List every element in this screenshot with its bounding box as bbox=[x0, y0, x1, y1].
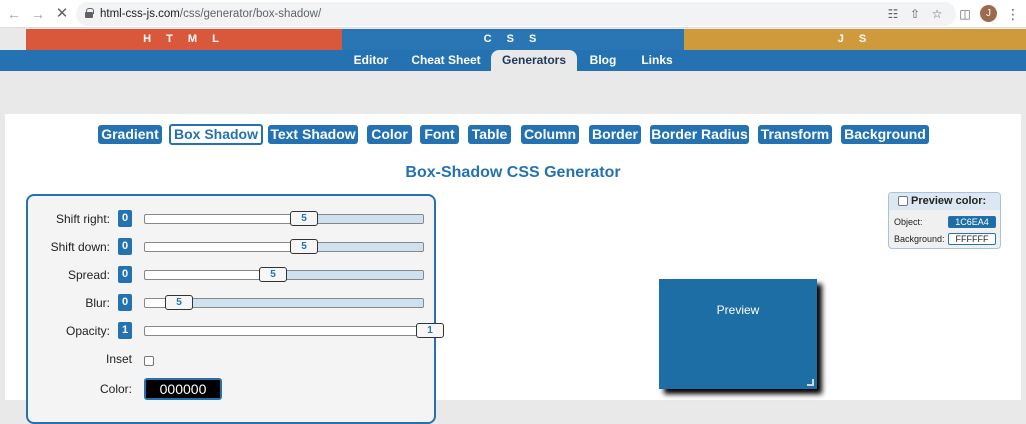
preview-color-header: Preview color: bbox=[889, 193, 1000, 210]
shift-down-slider-track[interactable] bbox=[144, 242, 424, 252]
url-text[interactable]: html-css-js.com/css/generator/box-shadow… bbox=[100, 2, 321, 26]
page-title: Box-Shadow CSS Generator bbox=[405, 164, 621, 181]
preview-box: Preview bbox=[659, 279, 817, 389]
more-menu-icon[interactable]: ⋮ bbox=[1006, 4, 1020, 24]
blur-slider-fill bbox=[179, 299, 423, 307]
forward-arrow-icon[interactable]: → bbox=[28, 4, 48, 24]
generator-font[interactable]: Font bbox=[420, 125, 459, 144]
shift-down-label: Shift down: bbox=[50, 240, 110, 254]
generator-text-shadow[interactable]: Text Shadow bbox=[268, 125, 358, 144]
background-color-label: Background: bbox=[894, 234, 945, 244]
blur-value: 0 bbox=[118, 294, 132, 311]
generator-box-shadow[interactable]: Box Shadow bbox=[169, 124, 263, 145]
preview-color-title: Preview color: bbox=[911, 195, 987, 207]
nav-links[interactable]: Links bbox=[636, 50, 678, 71]
shift-down-slider-thumb[interactable]: 5 bbox=[290, 239, 318, 254]
shift-down-slider-fill bbox=[305, 243, 423, 251]
generator-table[interactable]: Table bbox=[468, 125, 511, 144]
shift-right-slider-track[interactable] bbox=[144, 214, 424, 224]
nav-cheat-sheet[interactable]: Cheat Sheet bbox=[408, 50, 484, 71]
profile-avatar[interactable]: J bbox=[980, 5, 997, 22]
shadow-controls-panel: Shift right: 0 5 Shift down: 0 5 Spread:… bbox=[26, 194, 444, 424]
opacity-value: 1 bbox=[118, 322, 132, 339]
tab-css[interactable]: C S S bbox=[342, 29, 684, 50]
tab-js[interactable]: J S bbox=[684, 29, 1026, 50]
spread-slider-thumb[interactable]: 5 bbox=[259, 267, 287, 282]
spread-slider-fill bbox=[275, 271, 423, 279]
color-label: Color: bbox=[99, 382, 132, 396]
tab-html[interactable]: H T M L bbox=[26, 29, 342, 50]
inset-label: Inset bbox=[105, 352, 132, 366]
blur-label: Blur: bbox=[85, 296, 110, 310]
shift-right-value: 0 bbox=[118, 210, 132, 227]
shift-right-slider-fill bbox=[305, 215, 423, 223]
share-icon[interactable]: ⇧ bbox=[906, 5, 924, 23]
background-color-input[interactable]: FFFFFF bbox=[948, 233, 996, 245]
generator-background[interactable]: Background bbox=[841, 125, 929, 144]
generator-transform[interactable]: Transform bbox=[758, 125, 832, 144]
opacity-label: Opacity: bbox=[65, 324, 110, 338]
nav-blog[interactable]: Blog bbox=[585, 50, 621, 71]
generator-gradient[interactable]: Gradient bbox=[98, 125, 162, 144]
generator-color[interactable]: Color bbox=[367, 125, 412, 144]
side-panel-icon[interactable]: ◫ bbox=[956, 5, 974, 23]
blur-slider-thumb[interactable]: 5 bbox=[165, 295, 193, 310]
main-content: Gradient Box Shadow Text Shadow Color Fo… bbox=[5, 114, 1021, 424]
generator-border[interactable]: Border bbox=[589, 125, 641, 144]
object-color-label: Object: bbox=[894, 217, 923, 227]
address-bar[interactable]: html-css-js.com/css/generator/box-shadow… bbox=[76, 2, 956, 26]
generator-column[interactable]: Column bbox=[521, 125, 579, 144]
inset-checkbox[interactable] bbox=[144, 356, 154, 366]
shift-right-slider-thumb[interactable]: 5 bbox=[290, 211, 318, 226]
resize-grip-icon[interactable] bbox=[807, 379, 814, 386]
bookmark-star-icon[interactable]: ☆ bbox=[928, 5, 946, 23]
shift-right-label: Shift right: bbox=[55, 212, 110, 226]
spread-value: 0 bbox=[118, 266, 132, 283]
back-arrow-icon[interactable]: ← bbox=[4, 4, 24, 24]
nav-editor[interactable]: Editor bbox=[348, 50, 394, 71]
sub-navigation: Editor Cheat Sheet Generators Blog Links bbox=[0, 50, 1026, 71]
preview-label: Preview bbox=[716, 303, 760, 317]
shift-down-value: 0 bbox=[118, 238, 132, 255]
shadow-color-input[interactable]: 000000 bbox=[144, 378, 222, 400]
spread-label: Spread: bbox=[67, 268, 110, 282]
lock-icon[interactable] bbox=[85, 8, 94, 18]
generator-border-radius[interactable]: Border Radius bbox=[650, 125, 749, 144]
nav-generators[interactable]: Generators bbox=[491, 50, 577, 71]
translate-icon[interactable]: ☷ bbox=[884, 5, 902, 23]
language-tabs: H T M L C S S J S bbox=[0, 29, 1026, 50]
preview-color-panel: Preview color: Object: 1C6EA4 Background… bbox=[888, 192, 1001, 249]
preview-color-checkbox[interactable] bbox=[898, 196, 908, 206]
object-color-input[interactable]: 1C6EA4 bbox=[948, 216, 996, 228]
browser-toolbar: ← → ✕ html-css-js.com/css/generator/box-… bbox=[0, 0, 1026, 28]
opacity-slider-track[interactable] bbox=[144, 326, 424, 336]
opacity-slider-thumb[interactable]: 1 bbox=[416, 323, 444, 338]
stop-loading-icon[interactable]: ✕ bbox=[52, 4, 72, 24]
